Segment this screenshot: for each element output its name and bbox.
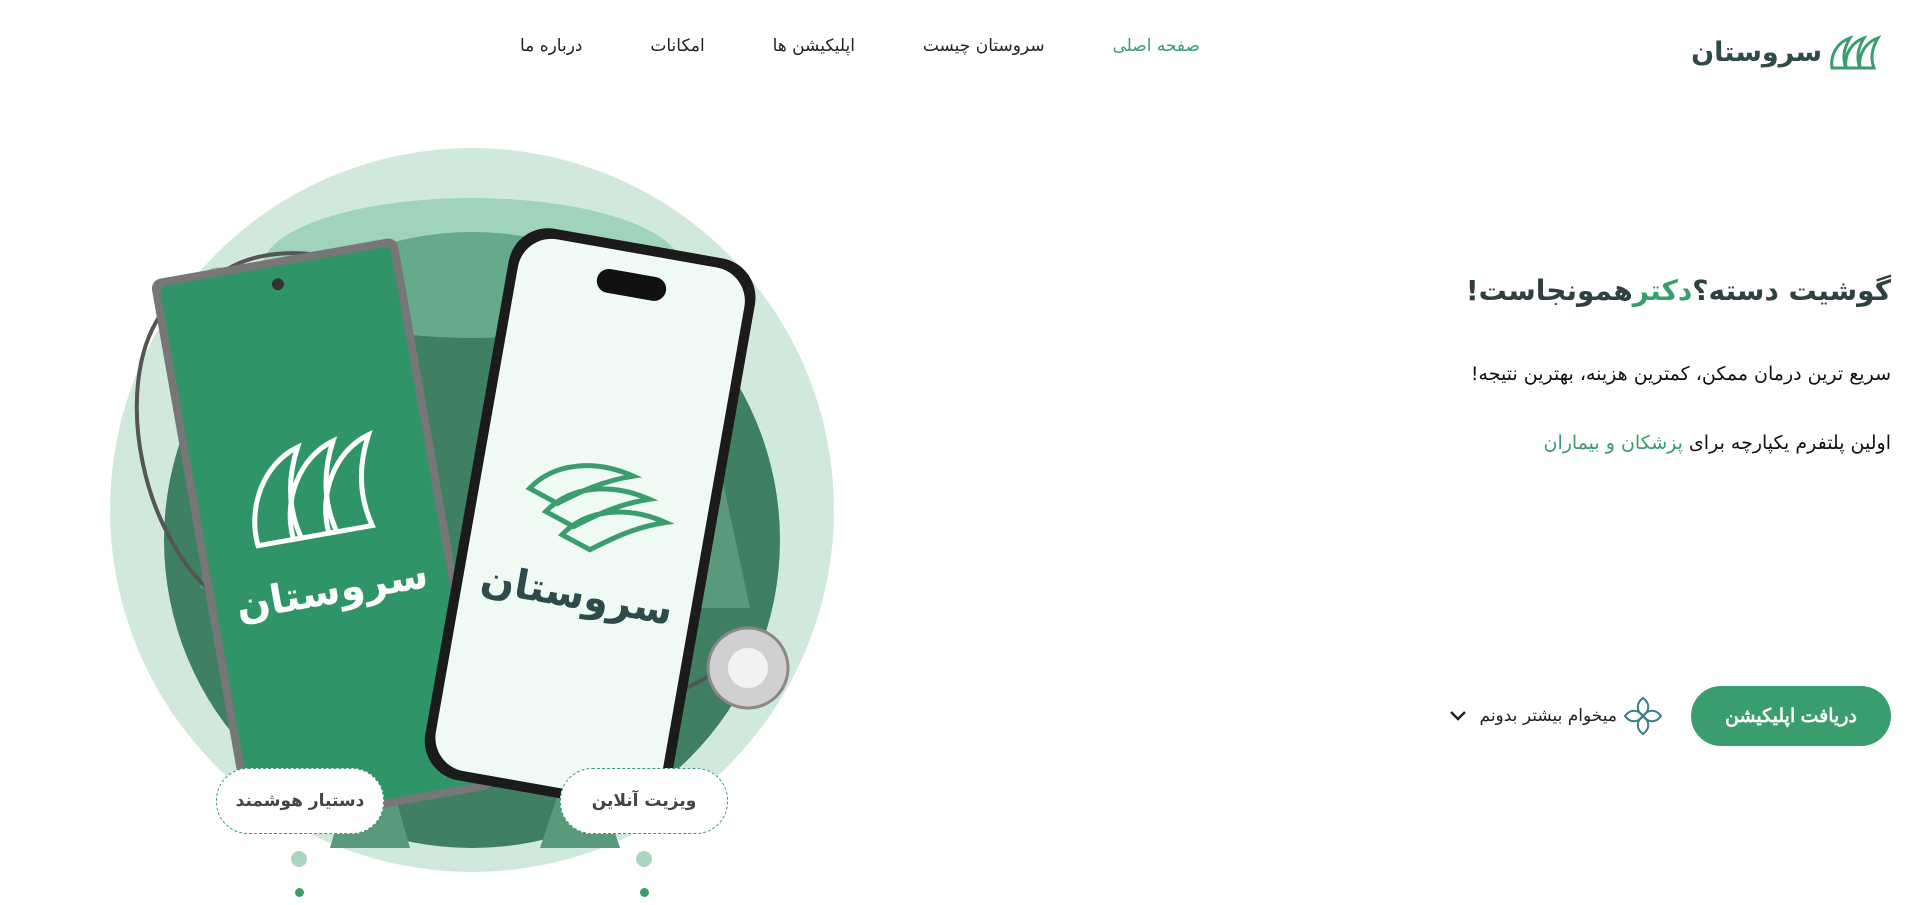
- hero-illustration: سروستان سروستان: [110, 148, 834, 872]
- main-nav: صفحه اصلی سروستان چیست اپلیکیشن ها امکان…: [520, 36, 1200, 56]
- hero-title-accent: دکتر: [1632, 274, 1693, 307]
- hero-title-part2: همونجاست!: [1465, 274, 1633, 307]
- hero-title: گوشیت دسته؟دکترهمونجاست!: [1466, 274, 1891, 307]
- get-app-button[interactable]: دریافت اپلیکیشن: [1691, 686, 1891, 746]
- chevron-down-icon: [1449, 711, 1466, 721]
- nav-features[interactable]: امکانات: [650, 36, 704, 56]
- logo[interactable]: سروستان: [1691, 30, 1884, 74]
- leaf-logo-icon: [1830, 35, 1882, 70]
- connector-dot: [636, 851, 652, 867]
- hero-subtitle: سریع ترین درمان ممکن، کمترین هزینه، بهتر…: [1470, 363, 1891, 385]
- logo-text: سروستان: [1691, 36, 1822, 68]
- nav-home[interactable]: صفحه اصلی: [1112, 36, 1199, 56]
- learn-more-label: میخوام بیشتر بدونم: [1479, 706, 1618, 726]
- hero-tagline-accent: پزشکان و بیماران: [1543, 432, 1683, 454]
- flower-icon: [1623, 696, 1663, 736]
- nav-what-is[interactable]: سروستان چیست: [923, 36, 1045, 56]
- nav-about[interactable]: درباره ما: [520, 36, 583, 56]
- connector-dot: [295, 888, 304, 897]
- hero-tagline: اولین پلتفرم یکپارچه برای پزشکان و بیمار…: [1544, 432, 1892, 454]
- learn-more-toggle[interactable]: میخوام بیشتر بدونم: [1448, 694, 1618, 738]
- connector-dot: [640, 888, 649, 897]
- connector-dot: [291, 851, 307, 867]
- hero-tagline-prefix: اولین پلتفرم یکپارچه برای: [1682, 432, 1891, 454]
- hero-title-part1: گوشیت دسته؟: [1692, 274, 1891, 307]
- chip-online-visit[interactable]: ویزیت آنلاین: [560, 768, 728, 834]
- nav-apps[interactable]: اپلیکیشن ها: [773, 36, 855, 56]
- chip-smart-assistant[interactable]: دستیار هوشمند: [216, 768, 384, 834]
- hero-title-block: گوشیت دسته؟دکترهمونجاست!: [1466, 274, 1891, 307]
